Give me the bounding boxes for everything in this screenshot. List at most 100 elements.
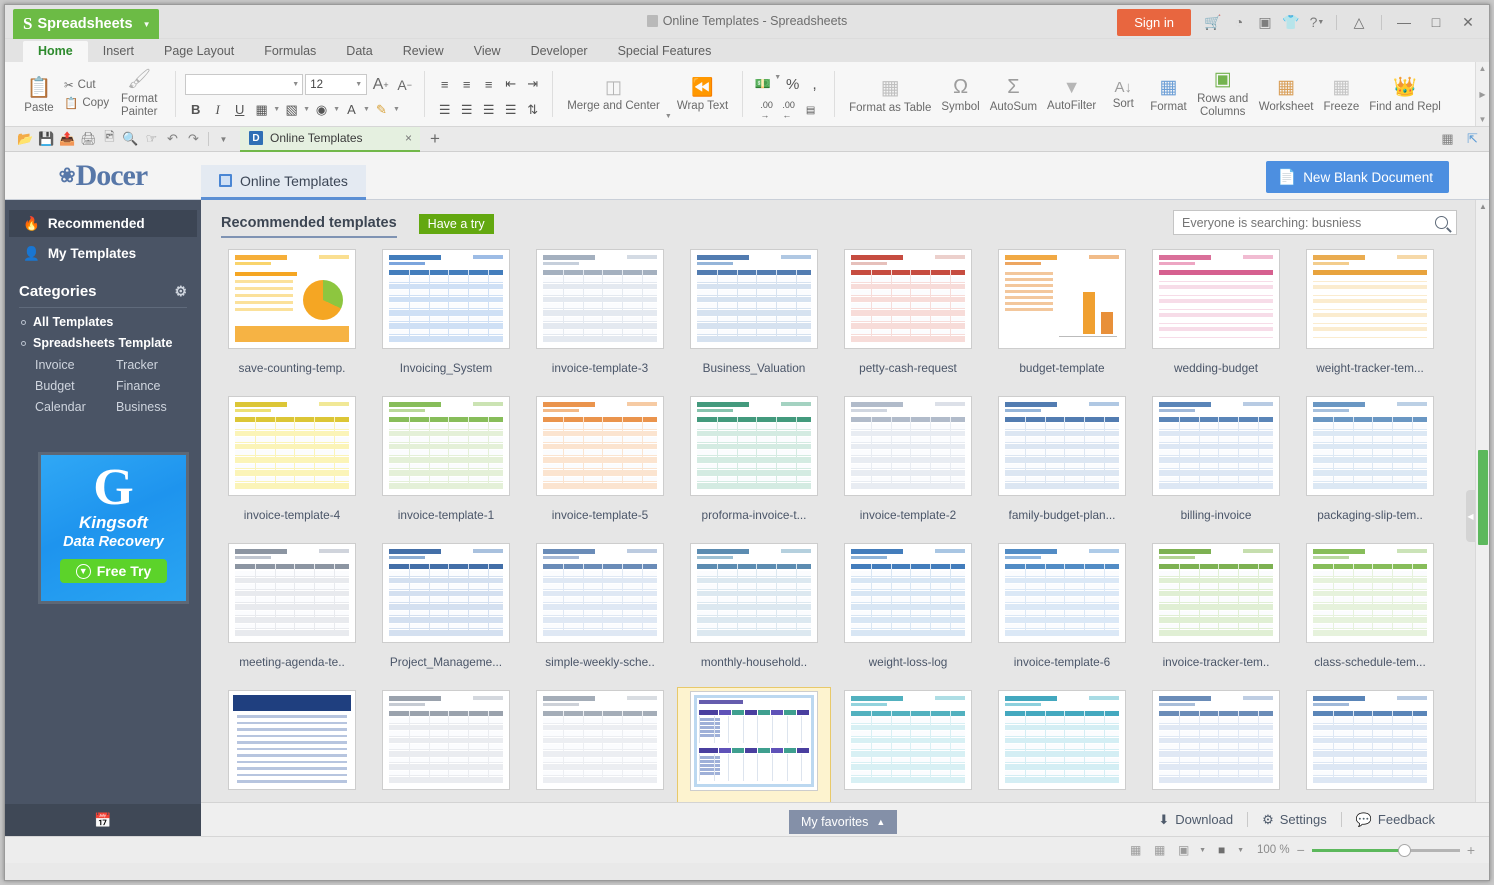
sidebar-category-spreadsheets-template[interactable]: Spreadsheets Template [5,329,201,350]
decrease-decimal-button[interactable]: .00← [778,100,799,121]
search-icon[interactable] [1435,216,1448,229]
page-break-view-icon[interactable]: ▦ [1151,843,1168,857]
scroll-down-icon[interactable]: ▼ [1479,115,1487,124]
template-card-billing-invoice[interactable]: billing-invoice [1139,393,1293,540]
online-templates-tab[interactable]: Online Templates [201,165,366,200]
orientation-button[interactable]: ⇅ [522,100,543,121]
kingsoft-data-recovery-ad[interactable]: G Kingsoft Data Recovery ▼ Free Try [38,452,189,604]
new-tab-button[interactable]: + [430,129,440,149]
scroll-right-icon[interactable]: ▶ [1479,90,1485,99]
print-area-icon[interactable]: 🖻 [99,129,120,150]
justify-button[interactable]: ☰ [500,100,521,121]
chevron-down-icon[interactable]: ▼ [273,106,280,113]
ribbon-tab-review[interactable]: Review [388,41,459,62]
font-family-select[interactable]: ▼ [185,74,303,95]
customize-caret-icon[interactable]: ▼ [213,129,234,150]
template-card-simple-weekly-sche[interactable]: simple-weekly-sche.. [523,540,677,687]
template-card-packaging-slip-tem[interactable]: packaging-slip-tem.. [1293,393,1447,540]
expand-icon[interactable]: ⇱ [1462,129,1483,150]
scroll-up-icon[interactable]: ▲ [1476,200,1489,212]
underline-button[interactable]: U [229,99,250,120]
template-card-invoice-template-5[interactable]: invoice-template-5 [523,393,677,540]
template-card-weight-tracker-tem[interactable]: weight-tracker-tem... [1293,246,1447,393]
template-card-monthly-household[interactable]: monthly-household.. [677,540,831,687]
comma-format-button[interactable]: , [804,74,825,95]
wrap-text-button[interactable]: ⏪ Wrap Text [672,62,733,126]
ribbon-tab-developer[interactable]: Developer [516,41,603,62]
template-card-save-counting-temp[interactable]: save-counting-temp. [215,246,369,393]
decrease-font-size-button[interactable]: A− [394,74,415,95]
sidebar-item-my-templates[interactable]: 👤 My Templates [9,240,197,267]
gear-icon[interactable]: ⚙ [174,283,187,300]
chevron-down-icon[interactable]: ▼ [303,106,310,113]
sidebar-category-all-templates[interactable]: All Templates [5,308,201,329]
align-left-button[interactable]: ☰ [434,100,455,121]
ribbon-tab-special-features[interactable]: Special Features [603,41,727,62]
symbol-button[interactable]: Ω Symbol [936,62,984,126]
close-tab-icon[interactable]: × [405,131,412,145]
slider-knob[interactable] [1398,844,1411,857]
autosum-button[interactable]: Σ AutoSum [985,62,1042,126]
align-top-button[interactable]: ≡ [434,74,455,95]
percent-format-button[interactable]: % [782,74,803,95]
subcategory-business[interactable]: Business [116,398,187,416]
template-card-invoice-tracker-tem[interactable]: invoice-tracker-tem.. [1139,540,1293,687]
align-center-button[interactable]: ☰ [456,100,477,121]
font-color-button[interactable]: A [341,99,362,120]
fill-color-button[interactable]: ◉ [311,99,332,120]
print-icon[interactable]: 🖨 [78,129,99,150]
chevron-down-icon[interactable]: ▼ [1199,847,1206,854]
ribbon-tab-insert[interactable]: Insert [88,41,149,62]
subcategory-invoice[interactable]: Invoice [35,356,106,374]
template-card-invoice-template-2[interactable]: invoice-template-2 [831,393,985,540]
ribbon-tab-data[interactable]: Data [331,41,387,62]
ribbon-tab-formulas[interactable]: Formulas [249,41,331,62]
currency-format-button[interactable]: 💵 [752,74,773,95]
align-bottom-button[interactable]: ≡ [478,74,499,95]
drop-icon[interactable]: ◔ [1227,10,1251,34]
align-right-button[interactable]: ☰ [478,100,499,121]
format-painter-button[interactable]: 🖌 Format Painter [112,62,166,126]
border-style-button[interactable]: ▧ [281,99,302,120]
template-card-business-valuation[interactable]: Business_Valuation [677,246,831,393]
search-box[interactable] [1173,210,1457,235]
highlight-color-button[interactable]: ✎ [371,99,392,120]
minimize-icon[interactable]: — [1389,9,1419,35]
template-card-family-budget-plan[interactable]: family-budget-plan... [985,393,1139,540]
document-tab-online-templates[interactable]: D Online Templates × [240,127,420,152]
template-card-invoice-template-1[interactable]: invoice-template-1 [369,393,523,540]
sign-in-button[interactable]: Sign in [1117,9,1191,36]
increase-indent-button[interactable]: ⇥ [522,74,543,95]
template-card-wedding-budget[interactable]: wedding-budget [1139,246,1293,393]
template-card-invoice-template-4[interactable]: invoice-template-4 [215,393,369,540]
close-icon[interactable]: ✕ [1453,9,1483,35]
zoom-slider[interactable] [1312,843,1460,857]
chevron-down-icon[interactable]: ▼ [1237,847,1244,854]
template-card-weight-loss-log[interactable]: weight-loss-log [831,540,985,687]
scrollbar-thumb[interactable] [1478,450,1488,545]
download-button[interactable]: ⬇ Download [1144,812,1247,828]
search-input[interactable] [1182,216,1435,230]
panel-collapse-toggle[interactable]: ◀ [1466,490,1475,542]
save-as-icon[interactable]: 📤 [57,129,78,150]
ribbon-tab-view[interactable]: View [459,41,516,62]
normal-view-icon[interactable]: ▦ [1127,843,1144,857]
template-card-budget-template[interactable]: budget-template [985,246,1139,393]
collapse-ribbon-icon[interactable]: △ [1344,9,1374,35]
rows-and-columns-button[interactable]: ▣ Rows and Columns [1192,62,1254,126]
reading-layout-icon[interactable]: ■ [1213,843,1230,857]
subcategory-budget[interactable]: Budget [35,377,106,395]
template-card-proforma-invoice-t[interactable]: proforma-invoice-t... [677,393,831,540]
chevron-down-icon[interactable]: ▼ [333,106,340,113]
page-layout-icon[interactable]: ▣ [1175,843,1192,857]
new-blank-document-button[interactable]: 📄 New Blank Document [1266,161,1450,193]
chevron-down-icon[interactable]: ▼ [363,106,370,113]
format-button[interactable]: ▦ Format [1145,62,1191,126]
subcategory-tracker[interactable]: Tracker [116,356,187,374]
ribbon-tab-home[interactable]: Home [23,41,88,62]
calendar-icon[interactable]: 📅 [94,812,111,829]
shirt-icon[interactable]: 👕 [1279,10,1303,34]
settings-button[interactable]: ⚙ Settings [1248,812,1341,828]
increase-font-size-button[interactable]: A+ [370,74,391,95]
chevron-down-icon[interactable]: ▼ [774,74,781,95]
